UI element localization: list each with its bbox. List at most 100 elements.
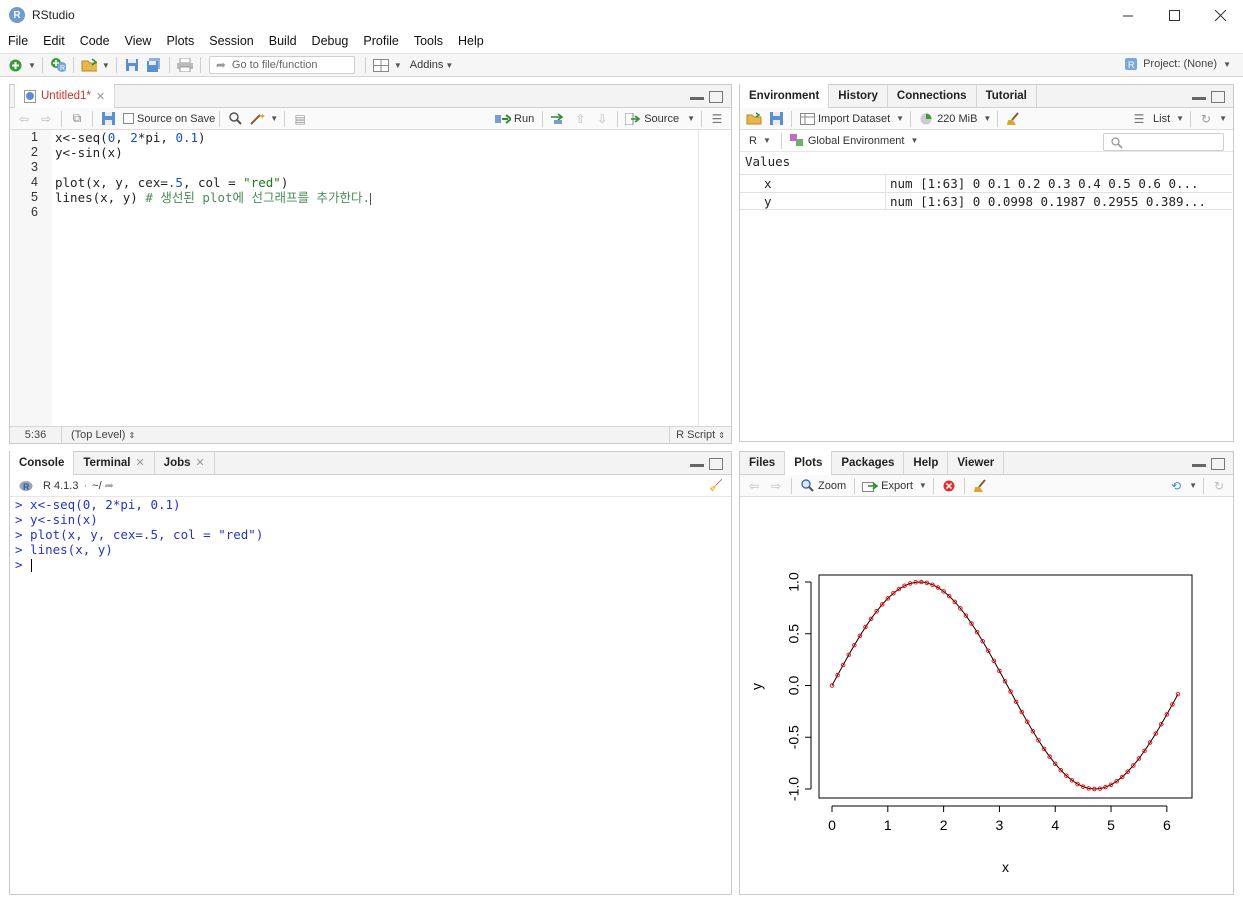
forward-arrow-icon[interactable]: ⇨ bbox=[38, 111, 54, 127]
view-mode-selector[interactable]: List bbox=[1153, 113, 1170, 125]
grid-layout-icon[interactable] bbox=[372, 57, 389, 73]
maximize-pane-icon[interactable] bbox=[709, 91, 723, 103]
chevron-down-icon[interactable]: ▼ bbox=[763, 136, 771, 145]
minimize-pane-icon[interactable] bbox=[690, 458, 704, 467]
run-button[interactable]: Run bbox=[514, 113, 534, 125]
tab-connections[interactable]: Connections bbox=[888, 84, 977, 107]
print-icon[interactable] bbox=[176, 57, 193, 73]
close-tab-icon[interactable]: ✕ bbox=[196, 456, 205, 469]
import-dataset-icon[interactable] bbox=[799, 111, 815, 127]
tab-tutorial[interactable]: Tutorial bbox=[977, 84, 1037, 107]
menu-tools[interactable]: Tools bbox=[406, 34, 450, 48]
clear-all-plots-icon[interactable] bbox=[972, 478, 988, 494]
menu-file[interactable]: File bbox=[0, 34, 35, 48]
chevron-down-icon[interactable]: ▼ bbox=[102, 61, 110, 70]
save-icon[interactable] bbox=[124, 57, 140, 73]
scope-selector[interactable]: (Top Level) ⇕ bbox=[71, 429, 135, 441]
previous-plot-icon[interactable]: ⇦ bbox=[746, 478, 762, 494]
menu-profile[interactable]: Profile bbox=[355, 34, 405, 48]
save-icon[interactable] bbox=[100, 111, 116, 127]
clear-workspace-icon[interactable] bbox=[1005, 111, 1021, 127]
show-in-window-icon[interactable]: ⧉ bbox=[69, 111, 85, 127]
chevron-down-icon[interactable]: ▼ bbox=[687, 114, 695, 123]
new-project-icon[interactable]: R bbox=[50, 57, 66, 73]
rerun-icon[interactable] bbox=[550, 111, 566, 127]
scope-selector[interactable]: Global Environment bbox=[808, 135, 905, 147]
menu-help[interactable]: Help bbox=[450, 34, 491, 48]
remove-plot-icon[interactable] bbox=[941, 478, 957, 494]
outline-lines-icon[interactable]: ☰ bbox=[709, 111, 725, 127]
menu-session[interactable]: Session bbox=[201, 34, 260, 48]
clear-console-icon[interactable]: 🧹 bbox=[709, 479, 723, 492]
close-tab-icon[interactable]: ✕ bbox=[96, 90, 105, 103]
code-editor[interactable]: x<-seq(0, 2*pi, 0.1) y<-sin(x) plot(x, y… bbox=[55, 130, 696, 220]
save-workspace-icon[interactable] bbox=[768, 111, 784, 127]
file-type-selector[interactable]: R Script ⇕ bbox=[669, 427, 731, 443]
publish-icon[interactable]: ⟲ bbox=[1168, 478, 1184, 494]
tab-terminal[interactable]: Terminal ✕ bbox=[74, 451, 155, 474]
tab-packages[interactable]: Packages bbox=[832, 451, 905, 474]
tab-history[interactable]: History bbox=[829, 84, 888, 107]
chevron-down-icon[interactable]: ▼ bbox=[394, 61, 402, 70]
tab-console[interactable]: Console bbox=[10, 451, 75, 475]
menu-view[interactable]: View bbox=[117, 34, 159, 48]
open-folder-icon[interactable] bbox=[81, 57, 97, 73]
chevron-down-icon[interactable]: ▼ bbox=[270, 114, 278, 123]
source-icon[interactable] bbox=[625, 111, 641, 127]
minimize-pane-icon[interactable] bbox=[690, 91, 704, 100]
chevron-down-icon[interactable]: ▼ bbox=[445, 61, 453, 70]
menu-build[interactable]: Build bbox=[261, 34, 304, 48]
source-button[interactable]: Source bbox=[644, 113, 679, 125]
tab-files[interactable]: Files bbox=[740, 451, 786, 474]
maximize-pane-icon[interactable] bbox=[709, 458, 723, 470]
maximize-pane-icon[interactable] bbox=[1211, 91, 1225, 103]
editor-tab-untitled1[interactable]: Untitled1* ✕ bbox=[14, 84, 116, 108]
environment-search-input[interactable] bbox=[1103, 133, 1224, 151]
chevron-down-icon[interactable]: ▼ bbox=[28, 61, 36, 70]
chevron-down-icon[interactable]: ▼ bbox=[1176, 114, 1184, 123]
search-icon[interactable] bbox=[227, 111, 243, 127]
chevron-down-icon[interactable]: ▼ bbox=[896, 114, 904, 123]
minimize-window-button[interactable] bbox=[1105, 0, 1151, 30]
load-workspace-icon[interactable] bbox=[746, 111, 762, 127]
menu-plots[interactable]: Plots bbox=[158, 34, 201, 48]
menu-code[interactable]: Code bbox=[72, 34, 117, 48]
go-to-previous-section-icon[interactable]: ⇧ bbox=[572, 111, 588, 127]
close-tab-icon[interactable]: ✕ bbox=[135, 456, 144, 469]
tab-environment[interactable]: Environment bbox=[740, 84, 830, 108]
close-window-button[interactable] bbox=[1197, 0, 1243, 30]
minimize-pane-icon[interactable] bbox=[1192, 458, 1206, 467]
working-directory[interactable]: ~/ bbox=[92, 480, 101, 492]
language-selector[interactable]: R bbox=[749, 135, 757, 147]
refresh-icon[interactable]: ↻ bbox=[1198, 111, 1214, 127]
new-file-icon[interactable] bbox=[7, 57, 23, 73]
chevron-down-icon[interactable]: ▼ bbox=[910, 136, 918, 145]
go-to-directory-icon[interactable]: ➦ bbox=[105, 479, 114, 492]
console-output[interactable]: > x<-seq(0, 2*pi, 0.1) > y<-sin(x) > plo… bbox=[15, 497, 263, 572]
refresh-icon[interactable]: ↻ bbox=[1211, 478, 1227, 494]
zoom-icon[interactable] bbox=[799, 478, 815, 494]
go-to-next-section-icon[interactable]: ⇩ bbox=[594, 111, 610, 127]
save-all-icon[interactable] bbox=[146, 57, 162, 73]
memory-usage-icon[interactable] bbox=[918, 111, 934, 127]
goto-file-function-input[interactable]: ➦ Go to file/function bbox=[208, 56, 355, 74]
zoom-button[interactable]: Zoom bbox=[818, 480, 846, 492]
source-on-save-checkbox[interactable] bbox=[123, 113, 134, 124]
import-dataset-button[interactable]: Import Dataset bbox=[818, 113, 890, 125]
environment-row[interactable]: y num [1:63] 0 0.0998 0.1987 0.2955 0.38… bbox=[740, 192, 1232, 210]
memory-usage[interactable]: 220 MiB bbox=[937, 113, 977, 125]
menu-debug[interactable]: Debug bbox=[304, 34, 356, 48]
run-icon[interactable] bbox=[495, 111, 512, 127]
console-prompt-line[interactable]: > bbox=[15, 557, 263, 572]
chevron-down-icon[interactable]: ▼ bbox=[983, 114, 991, 123]
chevron-down-icon[interactable]: ▼ bbox=[919, 481, 927, 490]
maximize-pane-icon[interactable] bbox=[1211, 458, 1225, 470]
minimize-pane-icon[interactable] bbox=[1192, 91, 1206, 100]
addins-button[interactable]: Addins bbox=[410, 59, 444, 71]
tab-help[interactable]: Help bbox=[904, 451, 949, 474]
maximize-window-button[interactable] bbox=[1151, 0, 1197, 30]
export-icon[interactable] bbox=[862, 478, 879, 494]
chevron-down-icon[interactable]: ▼ bbox=[1219, 114, 1227, 123]
project-menu[interactable]: R Project: (None) ▼ bbox=[1124, 57, 1233, 71]
menu-edit[interactable]: Edit bbox=[35, 34, 72, 48]
